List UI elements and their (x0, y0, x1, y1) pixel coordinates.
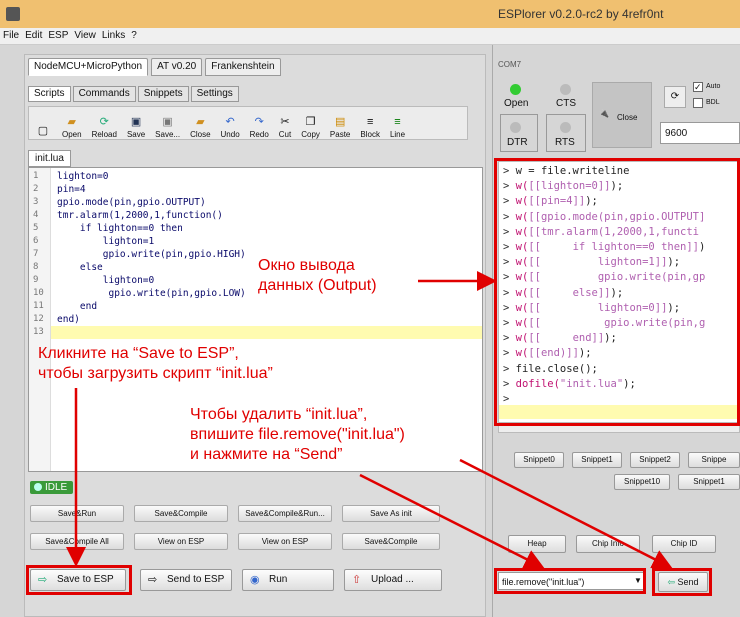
annotation-arrows (66, 271, 673, 569)
send-arrow (459, 458, 673, 569)
command-arrow (359, 473, 545, 569)
